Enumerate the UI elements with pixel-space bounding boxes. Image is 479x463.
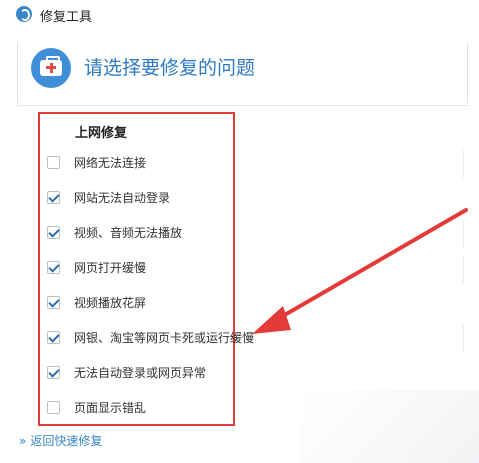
option-page-slow[interactable]: 网页打开缓慢 xyxy=(47,258,287,280)
page-title: 请选择要修复的问题 xyxy=(84,57,256,79)
option-login-error[interactable]: 无法自动登录或网页异常 xyxy=(47,363,287,385)
option-network-connect[interactable]: 网络无法连接 xyxy=(47,153,287,175)
option-label: 网站无法自动登录 xyxy=(74,191,171,205)
option-label: 无法自动登录或网页异常 xyxy=(74,366,207,380)
option-banking-freeze[interactable]: 网银、淘宝等网页卡死或运行缓慢 xyxy=(47,328,287,350)
list-right-border xyxy=(463,255,464,283)
option-label: 网页打开缓慢 xyxy=(74,261,147,275)
header-divider xyxy=(17,105,468,106)
checkbox[interactable] xyxy=(47,401,60,414)
watermark-fade xyxy=(300,390,479,463)
window-title: 修复工具 xyxy=(40,10,93,25)
option-label: 页面显示错乱 xyxy=(74,401,147,415)
checkbox[interactable] xyxy=(47,191,60,204)
back-link-label: 返回快速修复 xyxy=(30,434,103,448)
checkbox[interactable] xyxy=(47,296,60,309)
option-label: 网银、淘宝等网页卡死或运行缓慢 xyxy=(74,331,255,345)
section-title: 上网修复 xyxy=(75,126,128,141)
option-media-playback[interactable]: 视频、音频无法播放 xyxy=(47,223,287,245)
option-display-garbled[interactable]: 页面显示错乱 xyxy=(47,398,287,420)
back-to-quick-repair-link[interactable]: » 返回快速修复 xyxy=(19,432,102,449)
checkbox[interactable] xyxy=(47,156,60,169)
checkbox[interactable] xyxy=(47,226,60,239)
list-right-border xyxy=(463,150,464,178)
double-chevron-icon: » xyxy=(19,434,26,448)
option-label: 视频、音频无法播放 xyxy=(74,226,183,240)
header-right-border xyxy=(467,43,468,103)
checkbox[interactable] xyxy=(47,331,60,344)
title-bar: 修复工具 xyxy=(0,0,479,30)
checkbox[interactable] xyxy=(47,366,60,379)
option-site-auto-login[interactable]: 网站无法自动登录 xyxy=(47,188,287,210)
medical-kit-icon xyxy=(31,48,71,88)
option-label: 视频播放花屏 xyxy=(74,296,147,310)
header-left-border xyxy=(17,43,18,103)
list-right-border xyxy=(463,220,464,248)
list-right-border xyxy=(463,325,464,353)
option-video-artifacts[interactable]: 视频播放花屏 xyxy=(47,293,287,315)
option-label: 网络无法连接 xyxy=(74,156,147,170)
app-logo-icon xyxy=(16,6,32,22)
checkbox[interactable] xyxy=(47,261,60,274)
